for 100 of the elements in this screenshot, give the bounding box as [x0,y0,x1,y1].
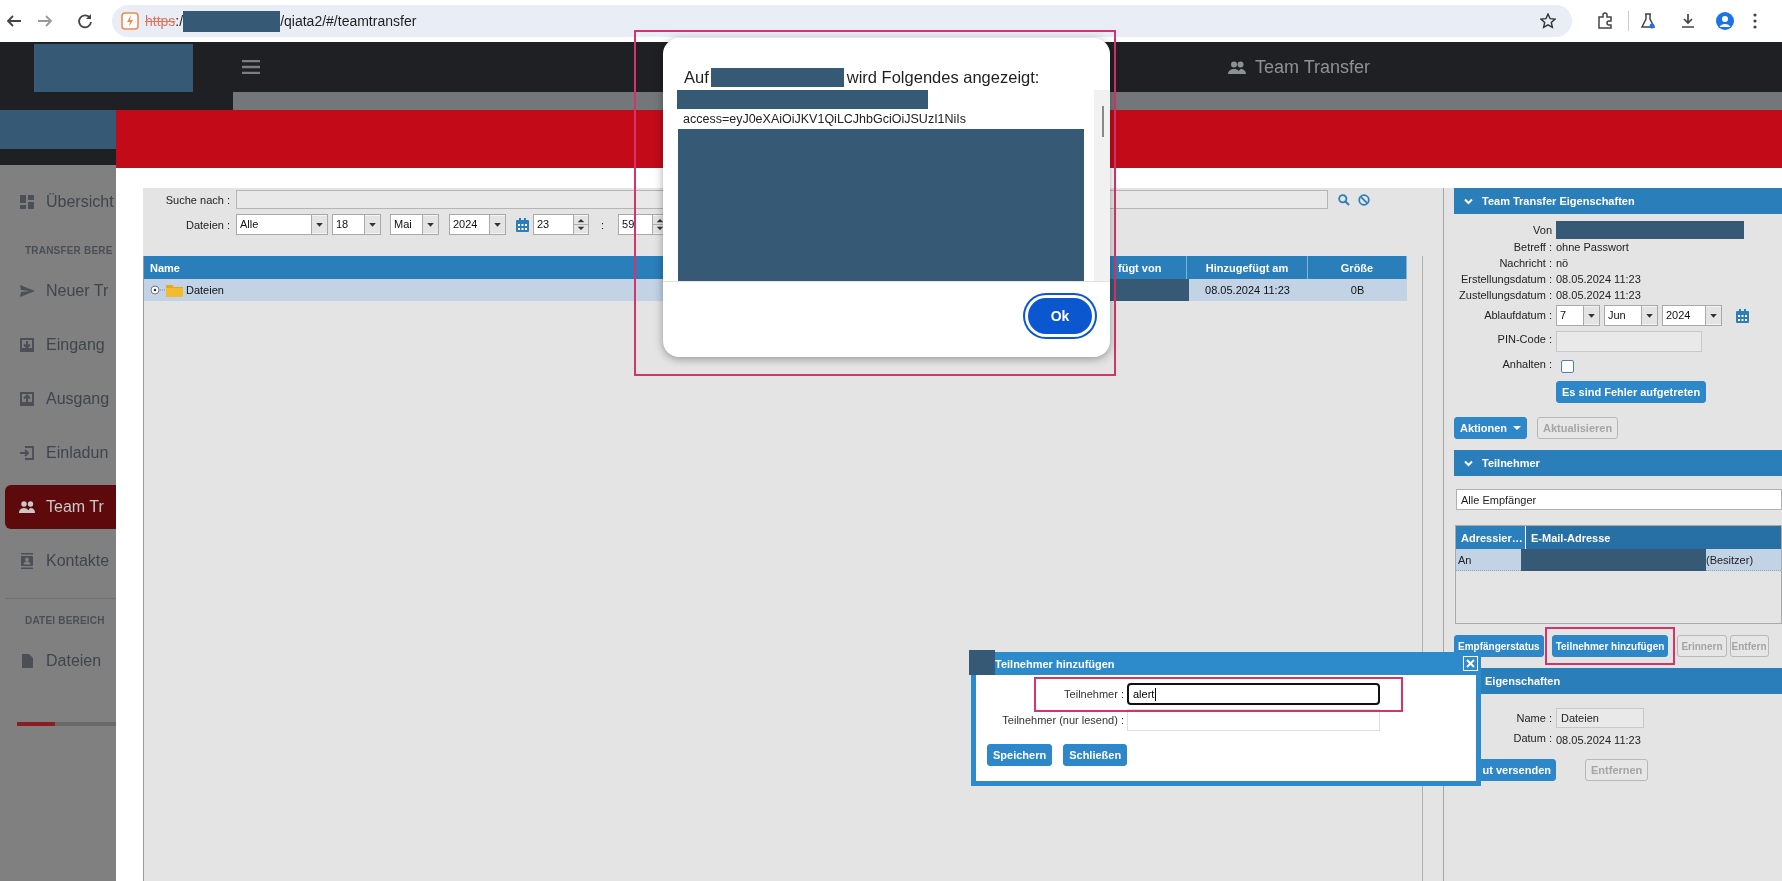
table-cell-text: 08.05.2024 11:23 [1204,284,1291,296]
folder-icon [166,283,183,297]
field-label: Teilnehmer : [1063,688,1125,700]
time-separator: : [601,218,605,231]
menu-icon[interactable] [242,60,260,74]
column-header[interactable]: E-Mail-Adresse [1525,526,1781,549]
recipient-filter-dropdown[interactable]: Alle Empfänger [1456,489,1782,510]
dropdown[interactable]: Alle [236,214,328,235]
nav-label: Kontakte [46,552,110,570]
caret-icon [422,215,438,234]
field-label: Betreff : [1512,241,1552,253]
search-icon[interactable] [1338,193,1350,206]
nav-item[interactable]: Übersicht [5,180,116,224]
dropdown[interactable]: Jun [1604,305,1658,326]
field-value: 08.05.2024 11:23 [1556,272,1642,287]
caret-icon [1705,306,1721,325]
nav-item[interactable]: Kontakte [5,539,116,583]
ok-button[interactable]: Ok [1025,295,1095,337]
dashboard-icon [19,194,35,210]
text-field[interactable]: Dateien [1556,708,1644,728]
text-field[interactable]: alert [1127,683,1380,705]
dropdown[interactable]: 2024 [449,214,506,235]
contact-book-icon [19,553,35,569]
dialog-title: wird Folgendes angezeigt: [846,67,1040,87]
field-value: 08.05.2024 11:23 [1556,733,1642,748]
dropdown[interactable]: Mai [390,214,439,235]
stepper-icon[interactable] [573,215,588,234]
flask-icon[interactable] [1639,12,1657,30]
dialog-title: Auf [684,67,709,87]
caret-icon [1641,306,1657,325]
actions-menu-button[interactable]: Aktionen [1454,417,1528,439]
people-icon [19,499,35,515]
nav-item[interactable]: Team Tr [5,485,116,529]
field-label: Dateien : [184,218,231,231]
chevron-down-icon[interactable] [1464,197,1473,205]
table-row[interactable]: An (Besitzer) [1456,549,1781,571]
nav-item[interactable]: Eingang [5,323,116,367]
url-text: /qiata2/#/teamtransfer [280,13,417,29]
close-icon [1466,659,1475,668]
field-label: Teilnehmer (nur lesend) : [1001,714,1125,726]
calendar-icon[interactable] [516,217,529,232]
inbox-icon [19,337,35,353]
nav-label: Übersicht [46,193,114,211]
reload-icon[interactable] [76,12,94,30]
dropdown[interactable]: 7 [1556,305,1600,326]
nav-item[interactable]: Dateien [5,639,116,683]
field-label: Nachricht : [1498,257,1552,269]
address-bar[interactable]: https:/ /qiata2/#/teamtransfer [112,5,1572,37]
action-button[interactable]: Teilnehmer hinzufügen [1551,635,1669,657]
dialog-button[interactable]: Speichern [987,744,1053,766]
nav-item[interactable]: Neuer Tr [5,269,116,313]
table-cell: (Besitzer) [1706,553,1754,566]
nav-label: Eingang [46,336,105,354]
nav-item[interactable]: Einladun [5,431,116,475]
table-cell-text: 0B [1349,284,1366,296]
section-header[interactable]: Teilnehmer [1454,450,1782,476]
clear-icon[interactable] [1358,193,1370,206]
scrollbar[interactable] [1094,90,1110,281]
people-icon [1227,60,1246,74]
field-label: Datum : [1512,732,1552,744]
nav-item[interactable]: Ausgang [5,377,116,421]
error-button[interactable]: Es sind Fehler aufgetreten [1556,381,1707,403]
text-field[interactable] [1556,331,1702,352]
checkbox[interactable] [1561,360,1574,373]
warning-icon[interactable] [121,12,139,30]
text-field[interactable] [1127,709,1380,731]
action-button[interactable]: Empfängerstatus [1454,635,1544,657]
star-icon[interactable] [1540,13,1556,29]
profile-icon[interactable] [1716,12,1734,30]
field-label: Anhalten : [1501,357,1552,370]
field-label: PIN-Code : [1496,333,1552,345]
dialog-button[interactable]: Schließen [1063,744,1128,766]
close-button[interactable] [1463,656,1478,671]
table-cell-text: An [1457,553,1473,566]
caret-icon [1513,425,1522,431]
field-value: nö [1556,256,1570,271]
download-icon[interactable] [1679,12,1697,30]
column-header[interactable]: Adressier… [1456,526,1525,549]
sign-in-icon [19,445,35,461]
nav-label: Team Tr [46,498,104,516]
chevron-down-icon[interactable] [1464,459,1473,467]
nav-label: Ausgang [46,390,110,408]
file-icon [19,653,35,669]
extension-icon[interactable] [1596,12,1614,30]
section-header[interactable]: Team Transfer Eigenschaften [1454,188,1782,214]
outbox-icon [19,391,35,407]
dropdown[interactable]: 18 [332,214,381,235]
caret-icon [311,215,327,234]
field-value: 08.05.2024 11:23 [1556,288,1642,303]
field-label: Suche nach : [164,193,231,206]
nav-label: Einladun [46,444,109,462]
url-text: https:/ [145,13,184,29]
calendar-icon[interactable] [1736,308,1749,323]
nav-label: Dateien [46,652,102,670]
dropdown[interactable]: 2024 [1662,305,1722,326]
header-title: Team Transfer [1254,56,1370,78]
tree-toggle-icon[interactable] [150,285,166,295]
spinner-field[interactable]: 23 [533,214,589,235]
paper-plane-icon [19,283,35,299]
field-label: Erstellungsdatum : [1459,273,1552,285]
